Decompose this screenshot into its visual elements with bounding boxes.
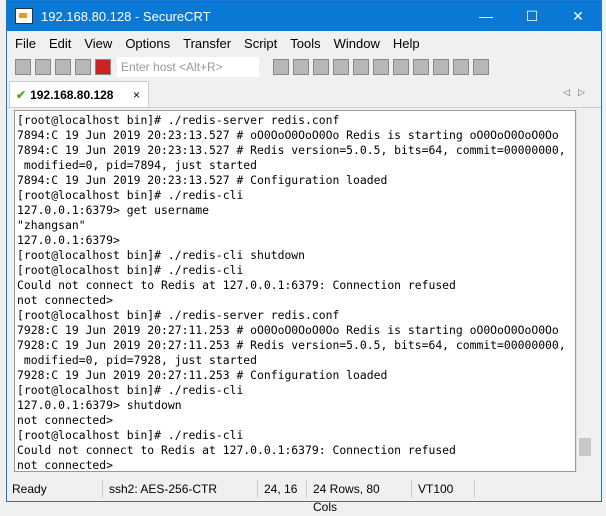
printer-icon[interactable] <box>373 59 389 75</box>
maximize-button[interactable]: ☐ <box>509 8 555 25</box>
tab-scroll-arrows[interactable]: ◁▷ <box>563 87 593 98</box>
disconnect-icon[interactable] <box>95 59 111 75</box>
toolbar: Enter host <Alt+R> <box>7 55 601 79</box>
help-icon[interactable] <box>453 59 469 75</box>
terminal-line: 7894:C 19 Jun 2019 20:23:13.527 # Redis … <box>17 143 566 157</box>
terminal-line: [root@localhost bin]# ./redis-cli <box>17 383 244 397</box>
terminal-line: [root@localhost bin]# ./redis-cli <box>17 428 244 442</box>
find-icon[interactable] <box>313 59 329 75</box>
window-icon[interactable] <box>473 59 489 75</box>
menu-options[interactable]: Options <box>125 36 170 51</box>
terminal-line: "zhangsan" <box>17 218 86 232</box>
terminal-line: modified=0, pid=7928, just started <box>17 353 258 367</box>
status-size: 24 Rows, 80 Cols <box>307 480 412 514</box>
scrollbar[interactable] <box>576 110 593 472</box>
session-options-icon[interactable] <box>393 59 409 75</box>
terminal-line: 7894:C 19 Jun 2019 20:23:13.527 # Config… <box>17 173 388 187</box>
terminal-line: [root@localhost bin]# ./redis-server red… <box>17 308 340 322</box>
menu-help[interactable]: Help <box>393 36 420 51</box>
menu-view[interactable]: View <box>84 36 112 51</box>
status-bar: Ready ssh2: AES-256-CTR 24, 16 24 Rows, … <box>6 478 600 514</box>
status-cursor: 24, 16 <box>258 480 307 498</box>
copy-icon[interactable] <box>273 59 289 75</box>
terminal-line: Could not connect to Redis at 127.0.0.1:… <box>17 278 456 292</box>
minimize-button[interactable]: — <box>463 8 509 24</box>
connect-tab-icon[interactable] <box>55 59 71 75</box>
connect-icon[interactable] <box>15 59 31 75</box>
tab-label: 192.168.80.128 <box>30 87 114 102</box>
terminal-line: not connected> <box>17 293 114 307</box>
terminal-line: not connected> <box>17 413 114 427</box>
key-icon[interactable] <box>433 59 449 75</box>
terminal-line: Could not connect to Redis at 127.0.0.1:… <box>17 443 456 457</box>
global-options-icon[interactable] <box>413 59 429 75</box>
terminal-line: [root@localhost bin]# ./redis-cli <box>17 188 244 202</box>
app-icon <box>15 8 33 24</box>
scrollbar-thumb[interactable] <box>579 438 591 456</box>
paste-icon[interactable] <box>293 59 309 75</box>
terminal-line: 127.0.0.1:6379> shutdown <box>17 398 182 412</box>
terminal-line: [root@localhost bin]# ./redis-cli shutdo… <box>17 248 306 262</box>
reconnect-icon[interactable] <box>75 59 91 75</box>
menu-bar: File Edit View Options Transfer Script Tools Wi… <box>7 31 601 55</box>
terminal-line: 127.0.0.1:6379> get username <box>17 203 210 217</box>
status-cipher: ssh2: AES-256-CTR <box>103 480 258 498</box>
window-title: 192.168.80.128 - SecureCRT <box>41 8 211 24</box>
terminal[interactable]: [root@localhost bin]# ./redis-server red… <box>14 110 576 472</box>
terminal-line: 7894:C 19 Jun 2019 20:23:13.527 # oO0OoO… <box>17 128 559 142</box>
menu-script[interactable]: Script <box>244 36 277 51</box>
status-emulation: VT100 <box>412 480 475 498</box>
tab-session[interactable]: ✔ 192.168.80.128 × <box>9 81 149 107</box>
close-button[interactable]: ✕ <box>555 8 601 25</box>
host-input[interactable]: Enter host <Alt+R> <box>117 57 259 77</box>
terminal-line: 7928:C 19 Jun 2019 20:27:11.253 # oO0OoO… <box>17 323 559 337</box>
terminal-line: 127.0.0.1:6379> <box>17 233 120 247</box>
tab-close-button[interactable]: × <box>133 88 140 102</box>
menu-tools[interactable]: Tools <box>290 36 320 51</box>
terminal-line: 7928:C 19 Jun 2019 20:27:11.253 # Redis … <box>17 338 566 352</box>
menu-edit[interactable]: Edit <box>49 36 71 51</box>
menu-window[interactable]: Window <box>334 36 380 51</box>
menu-file[interactable]: File <box>15 36 36 51</box>
title-bar: 192.168.80.128 - SecureCRT — ☐ ✕ <box>7 1 601 31</box>
terminal-line: modified=0, pid=7894, just started <box>17 158 258 172</box>
terminal-line: not connected> <box>17 458 114 472</box>
print-icon[interactable] <box>333 59 349 75</box>
menu-transfer[interactable]: Transfer <box>183 36 231 51</box>
quick-connect-icon[interactable] <box>35 59 51 75</box>
tab-bar: ✔ 192.168.80.128 × ◁▷ <box>7 79 601 108</box>
status-ready: Ready <box>6 480 103 498</box>
terminal-line: [root@localhost bin]# ./redis-server red… <box>17 113 340 127</box>
terminal-line: [root@localhost bin]# ./redis-cli <box>17 263 244 277</box>
check-icon: ✔ <box>16 87 27 102</box>
terminal-line: 7928:C 19 Jun 2019 20:27:11.253 # Config… <box>17 368 388 382</box>
print-selection-icon[interactable] <box>353 59 369 75</box>
